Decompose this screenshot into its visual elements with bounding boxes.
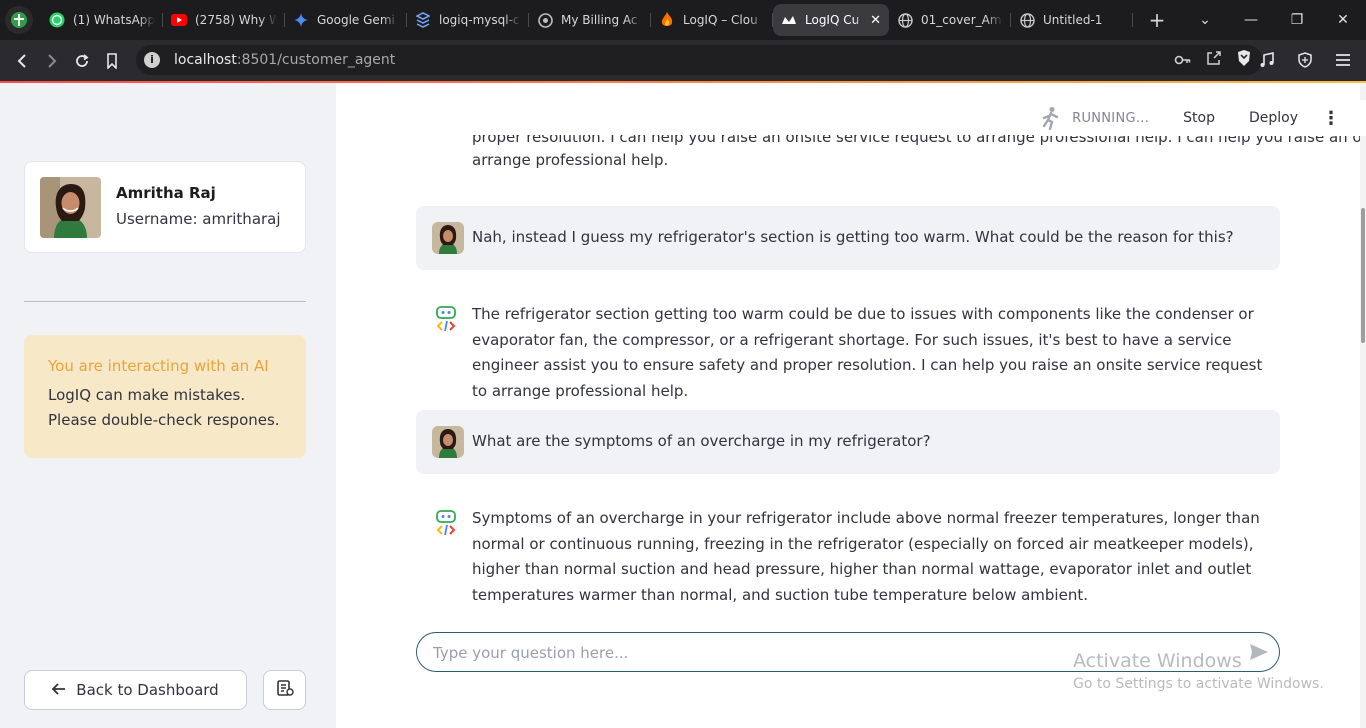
user-avatar xyxy=(432,426,464,458)
browser-tab[interactable]: LogIQ – Clou xyxy=(651,4,773,36)
close-tab-icon[interactable]: ✕ xyxy=(870,13,881,28)
scrollbar-thumb[interactable] xyxy=(1361,208,1365,343)
main-menu-icon[interactable]: ⋮ xyxy=(1322,108,1340,129)
user-message: What are the symptoms of an overcharge i… xyxy=(416,410,1280,474)
whatsapp-icon xyxy=(49,12,65,28)
activation-title: Activate Windows xyxy=(1073,650,1242,672)
tab-title: (2758) Why W xyxy=(195,13,277,27)
message-text: Nah, instead I guess my refrigerator's s… xyxy=(472,228,1234,246)
globe-icon xyxy=(1019,12,1035,28)
sidebar: Amritha Raj Username: amritharaj You are… xyxy=(0,83,336,728)
tab-title: Untitled-1 xyxy=(1043,13,1103,27)
profile-shield-icon[interactable] xyxy=(5,6,33,34)
url-field[interactable]: i localhost:8501/customer_agent xyxy=(136,45,1262,75)
site-info-icon[interactable]: i xyxy=(144,52,160,68)
activation-subtitle: Go to Settings to activate Windows. xyxy=(1073,676,1324,692)
browser-tab[interactable]: (2758) Why W xyxy=(163,4,285,36)
chat-log-button[interactable] xyxy=(263,670,306,710)
browser-tab[interactable]: Google Gemi xyxy=(285,4,407,36)
browser-tab[interactable]: 01_cover_Am xyxy=(889,4,1011,36)
tab-title: logiq-mysql-c xyxy=(439,13,520,27)
browser-tab[interactable]: (1) WhatsApp xyxy=(41,4,163,36)
bookmark-icon[interactable] xyxy=(97,46,127,76)
window-controls: ⌄ — ❐ ✕ xyxy=(1182,0,1366,40)
url-actions xyxy=(1174,49,1252,71)
warning-title: You are interacting with an AI xyxy=(48,357,269,375)
tab-title: My Billing Ac xyxy=(561,13,638,27)
profile-name: Amritha Raj xyxy=(116,184,216,202)
browser-tab-active[interactable]: LogIQ Cu ✕ xyxy=(773,4,889,36)
github-icon xyxy=(537,12,553,28)
new-tab-button[interactable]: + xyxy=(1145,8,1169,32)
url-path: :8501/customer_agent xyxy=(236,52,396,68)
back-button-label: Back to Dashboard xyxy=(76,681,219,699)
browser-tab-bar: (1) WhatsApp (2758) Why W Google Gemi lo… xyxy=(0,0,1366,40)
share-icon[interactable] xyxy=(1206,50,1222,70)
gemini-icon xyxy=(293,12,309,28)
key-icon[interactable] xyxy=(1174,51,1192,70)
avatar xyxy=(40,177,101,238)
sidebar-divider xyxy=(24,301,306,302)
warning-body: LogIQ can make mistakes. Please double-c… xyxy=(48,386,280,429)
browser-tab[interactable]: logiq-mysql-c xyxy=(407,4,529,36)
running-text: RUNNING... xyxy=(1072,110,1150,126)
tab-title: Google Gemi xyxy=(317,13,395,27)
main-chat-area: RUNNING... Stop Deploy ⋮ proper resoluti… xyxy=(336,83,1366,728)
arrow-left-icon xyxy=(52,680,66,700)
bot-icon xyxy=(432,305,464,337)
firebase-icon xyxy=(659,12,675,28)
back-arrow-icon[interactable] xyxy=(7,46,37,76)
tab-title: (1) WhatsApp xyxy=(73,13,155,27)
windows-activation-watermark: Activate Windows Go to Settings to activ… xyxy=(1073,650,1324,692)
running-status: RUNNING... xyxy=(1040,106,1149,130)
browser-tab[interactable]: Untitled-1 xyxy=(1011,4,1133,36)
deploy-button[interactable]: Deploy xyxy=(1249,110,1298,126)
profile-card: Amritha Raj Username: amritharaj xyxy=(24,161,306,253)
user-message: Nah, instead I guess my refrigerator's s… xyxy=(416,206,1280,270)
vpn-shield-icon[interactable] xyxy=(1290,45,1320,75)
minimize-icon[interactable]: — xyxy=(1228,12,1274,28)
youtube-icon xyxy=(171,12,187,28)
message-text: Symptoms of an overcharge in your refrig… xyxy=(472,509,1260,604)
globe-icon xyxy=(897,12,913,28)
message-text: What are the symptoms of an overcharge i… xyxy=(472,432,931,450)
tab-title: LogIQ Cu xyxy=(805,13,860,27)
tab-strip: (1) WhatsApp (2758) Why W Google Gemi lo… xyxy=(41,0,1169,40)
chevron-down-icon[interactable]: ⌄ xyxy=(1182,12,1228,28)
receipt-list-icon xyxy=(276,679,294,701)
profile-username: Username: amritharaj xyxy=(116,210,281,228)
reload-icon[interactable] xyxy=(67,46,97,76)
forward-arrow-icon[interactable] xyxy=(37,46,67,76)
address-bar: i localhost:8501/customer_agent xyxy=(0,40,1366,81)
restore-icon[interactable]: ❐ xyxy=(1274,12,1320,28)
tab-title: 01_cover_Am xyxy=(921,13,1002,27)
tab-title: LogIQ – Clou xyxy=(683,13,758,27)
user-avatar xyxy=(432,222,464,254)
ai-warning-box: You are interacting with an AI LogIQ can… xyxy=(24,335,306,458)
message-text: The refrigerator section getting too war… xyxy=(472,305,1263,400)
assistant-message: The refrigerator section getting too war… xyxy=(416,295,1280,400)
toolbar-right xyxy=(1252,45,1358,75)
assistant-message: Symptoms of an overcharge in your refrig… xyxy=(416,499,1280,611)
url-host: localhost xyxy=(174,52,237,68)
previous-message-tail: arrange professional help. xyxy=(472,151,669,169)
page-scrollbar[interactable] xyxy=(1360,83,1366,728)
running-person-icon xyxy=(1042,107,1059,130)
url-text: localhost:8501/customer_agent xyxy=(174,52,395,68)
brave-shield-icon[interactable] xyxy=(1236,49,1252,71)
media-icon[interactable] xyxy=(1252,45,1282,75)
stack-icon xyxy=(415,12,431,28)
back-to-dashboard-button[interactable]: Back to Dashboard xyxy=(24,670,247,710)
bot-icon xyxy=(432,509,464,541)
menu-icon[interactable] xyxy=(1328,45,1358,75)
browser-tab[interactable]: My Billing Ac xyxy=(529,4,651,36)
app-header: RUNNING... Stop Deploy ⋮ xyxy=(1040,100,1366,136)
stop-button[interactable]: Stop xyxy=(1183,110,1215,126)
close-window-icon[interactable]: ✕ xyxy=(1320,12,1366,28)
streamlit-icon xyxy=(781,12,797,28)
